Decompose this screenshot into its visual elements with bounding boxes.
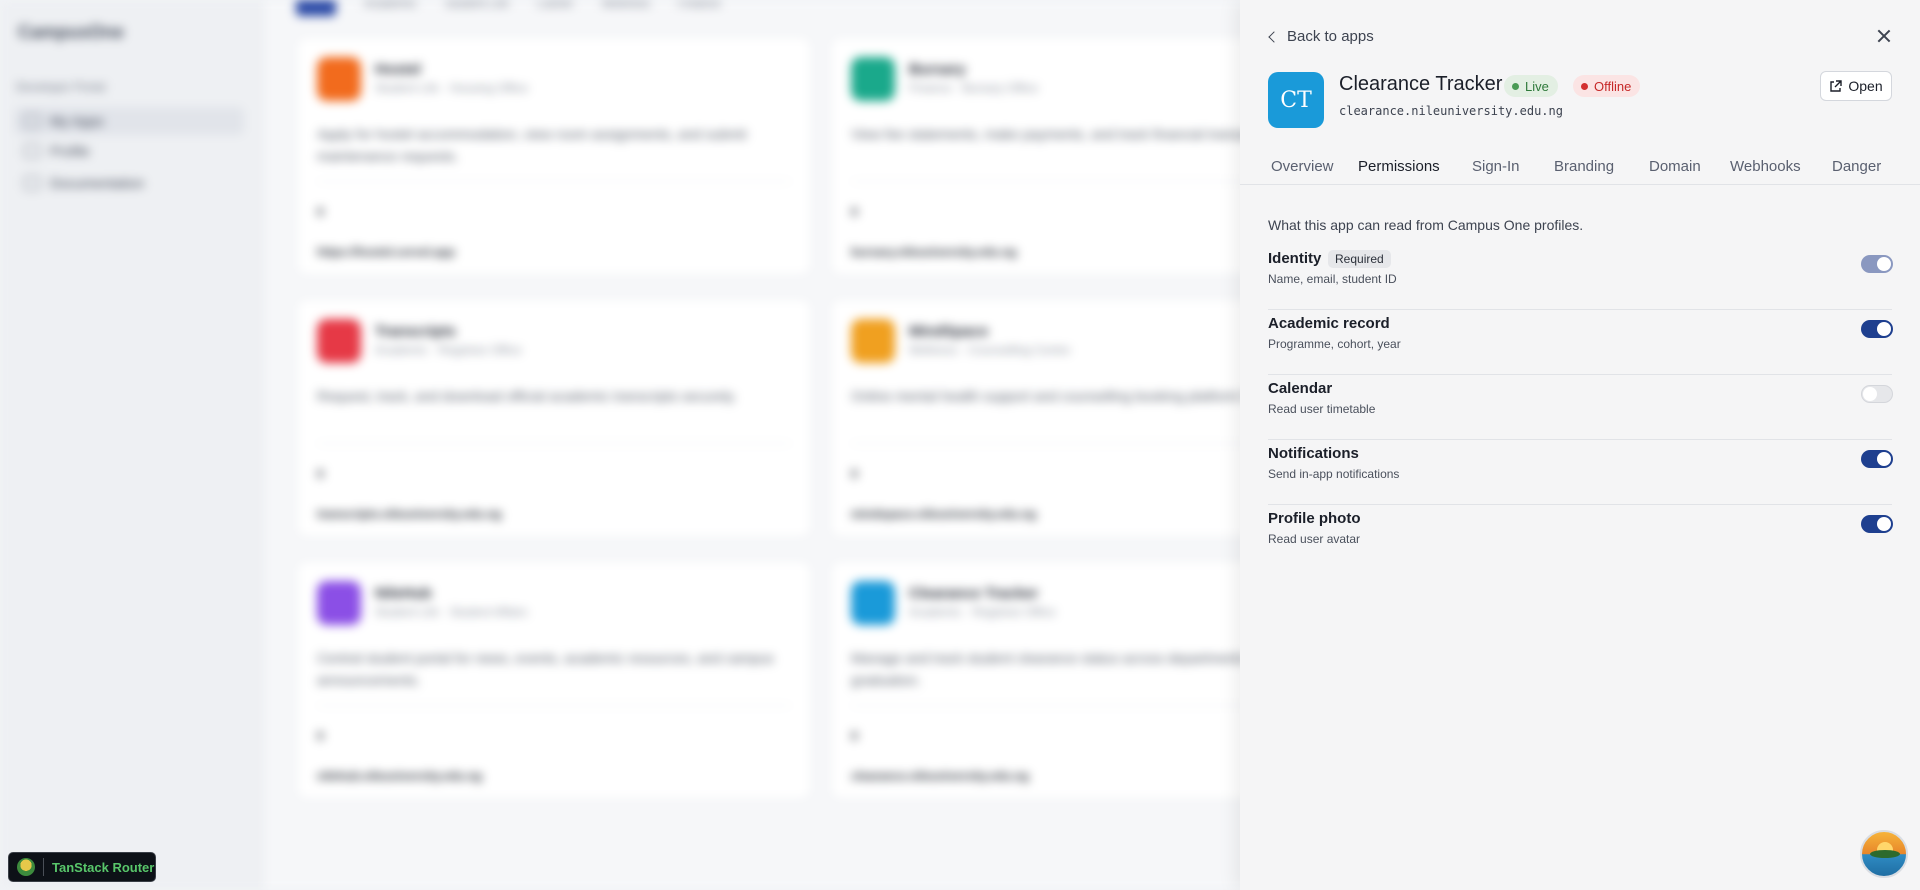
bg-nav-docs: Documentation: [14, 169, 244, 197]
bg-card-endpoint: transcripts.nileuniversity.edu.ng: [317, 507, 502, 521]
bg-nav-profile: Profile: [14, 137, 244, 165]
permission-name: Profile photo: [1268, 510, 1361, 527]
offline-dot-icon: [1581, 82, 1588, 90]
bg-card-title: Bursary: [909, 61, 966, 78]
bg-card-subtitle: Finance · Bursary Office: [909, 81, 1039, 95]
bg-app-card: NileHub Student Life · Student Affairs Cen…: [296, 560, 812, 800]
permission-toggle-academic-record[interactable]: [1861, 320, 1893, 338]
tanstack-router-devtools-button[interactable]: TanStack Router: [8, 852, 156, 882]
app-icon: CT: [1268, 72, 1324, 128]
bg-app-card: Hostel Student Life · Housing Office Apply…: [296, 36, 812, 276]
bg-card-title: MindSpace: [909, 323, 989, 340]
permission-toggle-calendar[interactable]: [1861, 385, 1893, 403]
permission-desc: Programme, cohort, year: [1268, 337, 1401, 351]
required-badge: Required: [1328, 250, 1391, 268]
permission-academic-record: Academic record Programme, cohort, year: [1268, 311, 1893, 375]
bg-card-users: 0: [317, 729, 324, 743]
permission-desc: Name, email, student ID: [1268, 272, 1397, 286]
bg-card-title: Hostel: [375, 61, 421, 78]
tab-webhooks[interactable]: Webhooks: [1730, 158, 1801, 175]
bg-card-users: 0: [317, 467, 324, 481]
open-app-button[interactable]: Open: [1820, 71, 1892, 101]
permission-toggle-identity: [1861, 255, 1893, 273]
permission-desc: Read user avatar: [1268, 532, 1361, 546]
external-link-icon: [1830, 79, 1843, 92]
permission-identity: Identity Required Name, email, student I…: [1268, 246, 1893, 310]
bg-card-title: Clearance Tracker: [909, 585, 1039, 602]
user-icon: [24, 144, 40, 158]
permission-desc: Send in-app notifications: [1268, 467, 1400, 481]
bg-section-label: Developer Portal: [16, 80, 106, 94]
app-domain: clearance.nileuniversity.edu.ng: [1339, 104, 1563, 118]
permission-name: Identity: [1268, 250, 1322, 267]
bg-card-endpoint: https://hostel.cervel.app: [317, 245, 456, 259]
permission-name: Academic record: [1268, 315, 1390, 332]
status-badge-live: Live: [1504, 75, 1558, 97]
permission-desc: Read user timetable: [1268, 402, 1376, 416]
permission-name: Calendar: [1268, 380, 1333, 397]
permission-toggle-profile-photo[interactable]: [1861, 515, 1893, 533]
bg-card-endpoint: bursary.nileuniversity.edu.ng: [851, 245, 1017, 259]
bg-card-title: NileHub: [375, 585, 432, 602]
bg-portal-logo: CampusOne: [18, 22, 125, 42]
tab-domain[interactable]: Domain: [1649, 158, 1701, 175]
bg-card-subtitle: Wellness · Counselling Centre: [909, 343, 1071, 357]
bg-app-icon: [851, 57, 895, 101]
bg-card-subtitle: Academic · Registrar Office: [909, 605, 1056, 619]
app-settings-drawer: Back to apps CT Clearance Tracker Live O…: [1240, 0, 1920, 890]
bg-card-desc: Apply for hostel accommodation, view roo…: [317, 126, 747, 164]
bg-card-users: 0: [317, 205, 324, 219]
bg-card-users: 0: [851, 729, 858, 743]
bg-card-users: 0: [851, 467, 858, 481]
bg-app-icon: [851, 581, 895, 625]
drawer-tabs: Overview Permissions Sign-In Branding Do…: [1240, 152, 1920, 185]
book-icon: [24, 176, 40, 190]
bg-app-icon: [851, 319, 895, 363]
chevron-left-icon: [1268, 31, 1280, 43]
bg-card-endpoint: nilehub.nileuniversity.edu.ng: [317, 769, 483, 783]
status-badge-offline: Offline: [1573, 75, 1641, 97]
bg-card-desc: Central student portal for news, events,…: [317, 650, 774, 688]
permission-notifications: Notifications Send in-app notifications: [1268, 441, 1893, 505]
tab-permissions[interactable]: Permissions: [1358, 158, 1440, 175]
app-title: Clearance Tracker: [1339, 73, 1503, 95]
tab-sign-in[interactable]: Sign-In: [1472, 158, 1520, 175]
avatar[interactable]: [1860, 830, 1908, 878]
permission-calendar: Calendar Read user timetable: [1268, 376, 1893, 440]
apps-icon: [24, 114, 40, 128]
close-icon[interactable]: [1876, 28, 1892, 44]
live-dot-icon: [1512, 82, 1519, 90]
bg-filter-tabs: Academic Student Life Career Wellness Fi…: [296, 0, 721, 16]
bg-app-icon: [317, 57, 361, 101]
bg-card-endpoint: mindspace.nileuniversity.edu.ng: [851, 507, 1037, 521]
tanstack-logo-icon: [17, 858, 35, 876]
permission-profile-photo: Profile photo Read user avatar: [1268, 506, 1893, 570]
permission-name: Notifications: [1268, 445, 1359, 462]
bg-card-subtitle: Student Life · Housing Office: [375, 81, 529, 95]
bg-app-icon: [317, 319, 361, 363]
bg-card-desc: Request, track, and download official ac…: [317, 388, 737, 404]
bg-sidebar: CampusOne Developer Portal My Apps Profi…: [0, 0, 263, 890]
bg-app-card: Transcripts Academic · Registrar Office Re…: [296, 298, 812, 538]
bg-card-subtitle: Student Life · Student Affairs: [375, 605, 528, 619]
bg-filter-all: [296, 0, 336, 16]
tab-branding[interactable]: Branding: [1554, 158, 1614, 175]
bg-app-icon: [317, 581, 361, 625]
tab-danger[interactable]: Danger: [1832, 158, 1881, 175]
permission-toggle-notifications[interactable]: [1861, 450, 1893, 468]
bg-card-title: Transcripts: [375, 323, 456, 340]
bg-card-endpoint: clearance.nileuniversity.edu.ng: [851, 769, 1029, 783]
tab-overview[interactable]: Overview: [1271, 158, 1334, 175]
back-to-apps-link[interactable]: Back to apps: [1268, 28, 1374, 45]
permissions-intro: What this app can read from Campus One p…: [1268, 217, 1584, 233]
bg-card-users: 0: [851, 205, 858, 219]
bg-nav-my-apps: My Apps: [14, 107, 244, 135]
bg-card-subtitle: Academic · Registrar Office: [375, 343, 522, 357]
